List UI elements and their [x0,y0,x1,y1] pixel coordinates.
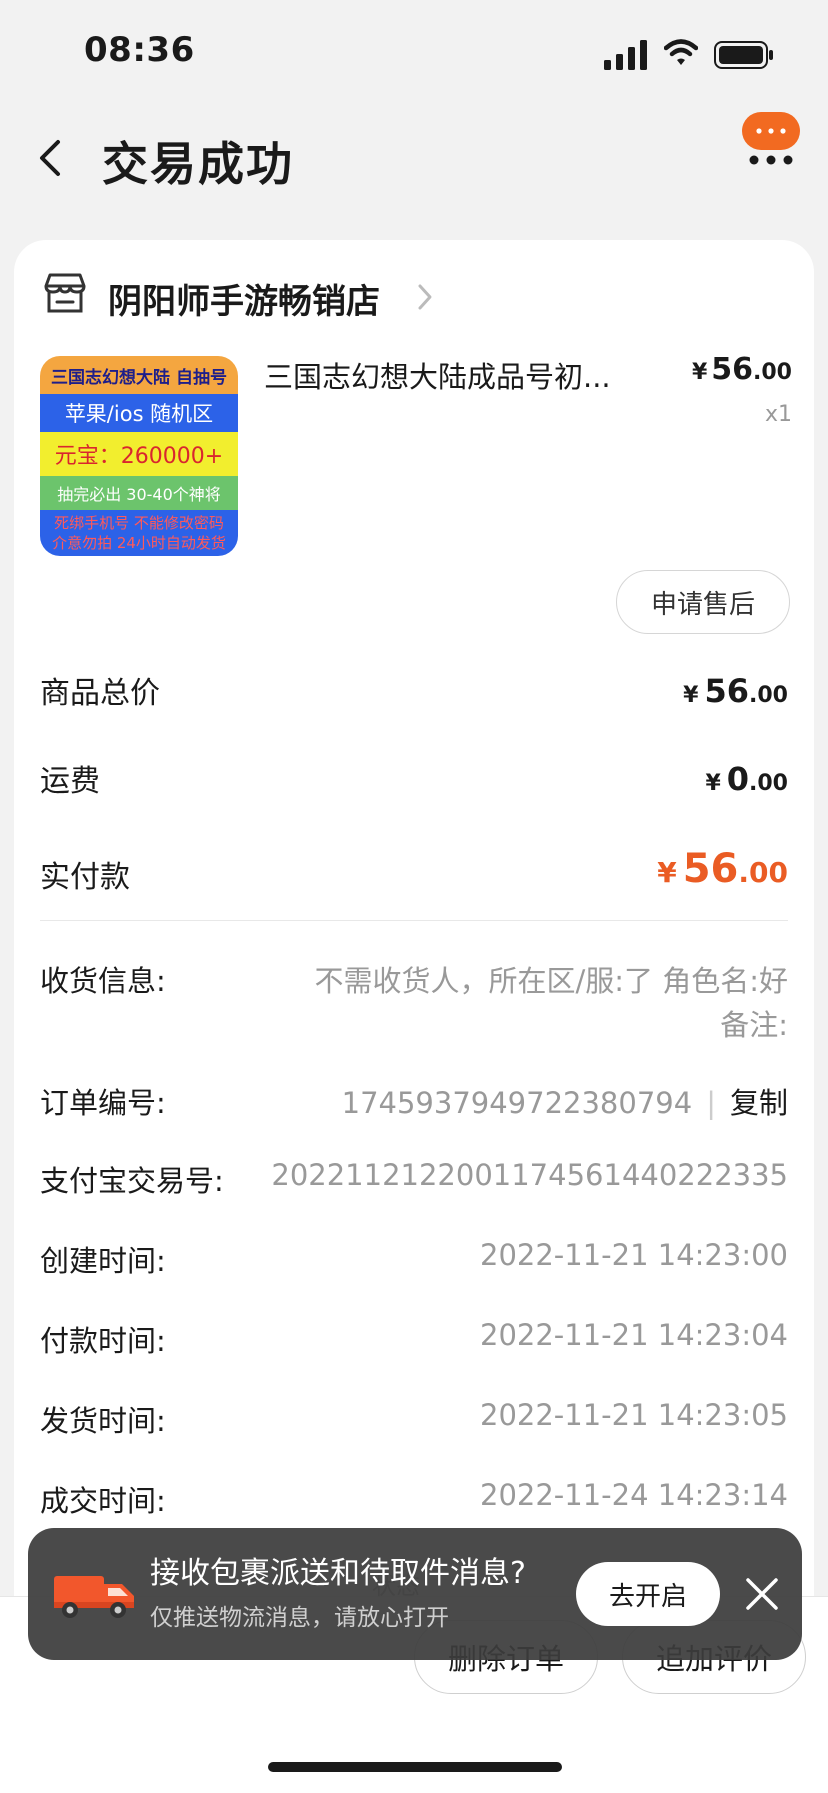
shipped-time-value: 2022-11-21 14:23:05 [480,1398,788,1432]
order-number-value: 1745937949722380794 [341,1086,693,1120]
created-time-value: 2022-11-21 14:23:00 [480,1238,788,1272]
receipt-info-label: 收货信息: [40,964,166,998]
toast-title: 接收包裹派送和待取件消息? [150,1556,526,1591]
product-image-line: 介意勿拍 24小时自动发货 [52,534,226,552]
product-quantity: x1 [764,402,792,427]
paid-label: 实付款 [40,860,130,895]
currency-symbol: ¥ [683,683,699,708]
close-icon[interactable] [744,1576,780,1612]
battery-icon [714,41,773,69]
payment-time-value: 2022-11-21 14:23:04 [480,1318,788,1352]
home-indicator[interactable] [268,1762,562,1772]
product-image-footer: 死绑手机号 不能修改密码 介意勿拍 24小时自动发货 [40,510,238,556]
amount-integer: 0 [726,760,750,798]
enable-notifications-button[interactable]: 去开启 [576,1562,720,1626]
product-image-line: 抽完必出 30-40个神将 [40,476,238,510]
copy-button[interactable]: 复制 [730,1086,788,1120]
status-time: 08:36 [84,30,195,70]
product-image[interactable]: 三国志幻想大陆 自抽号 苹果/ios 随机区 元宝：260000+ 抽完必出 3… [40,356,238,556]
wifi-icon [664,39,698,65]
product-image-line: 三国志幻想大陆 自抽号 [40,356,238,394]
after-sales-button[interactable]: 申请售后 [616,570,790,634]
amount-integer: 56 [682,846,739,892]
shipped-time-label: 发货时间: [40,1404,166,1438]
amount-decimal: .00 [749,683,788,708]
currency-symbol: ¥ [691,360,708,385]
chevron-right-icon[interactable] [416,282,434,312]
shipping-value: ¥0.00 [705,760,788,798]
divider [40,920,788,921]
signal-icon [604,40,647,70]
product-image-line: 苹果/ios 随机区 [40,394,238,432]
created-time-label: 创建时间: [40,1244,166,1278]
paid-value: ¥56.00 [657,846,788,892]
amount-decimal: .00 [738,856,788,889]
currency-symbol: ¥ [705,771,721,796]
deal-time-value: 2022-11-24 14:23:14 [480,1478,788,1512]
amount-integer: 56 [704,672,750,710]
back-icon[interactable] [36,138,64,178]
toast-subtitle: 仅推送物流消息，请放心打开 [150,1605,449,1631]
order-number-label: 订单编号: [40,1086,166,1120]
payment-time-label: 付款时间: [40,1324,166,1358]
delivery-truck-icon [54,1576,134,1618]
goods-total-label: 商品总价 [40,676,160,711]
product-image-line: 元宝：260000+ [40,432,238,476]
alipay-trade-label: 支付宝交易号: [40,1164,224,1198]
product-price: ¥56.00 [692,352,792,387]
receipt-info-value: 不需收货人，所在区/服:了 角色名:好 [314,964,788,998]
separator: | [706,1086,716,1120]
alipay-trade-value: 2022112122001174561440222335 [271,1158,788,1192]
price-decimal: .00 [753,360,792,385]
shipping-label: 运费 [40,764,100,799]
goods-total-value: ¥56.00 [683,672,788,710]
currency-symbol: ¥ [657,856,677,889]
store-icon [44,273,86,313]
amount-decimal: .00 [749,771,788,796]
product-title[interactable]: 三国志幻想大陆成品号初... [264,354,656,396]
page-title: 交易成功 [102,137,294,191]
store-name[interactable]: 阴阳师手游畅销店 [108,274,380,323]
price-integer: 56 [711,352,754,387]
chat-icon[interactable] [740,110,802,168]
deal-time-label: 成交时间: [40,1484,166,1518]
receipt-remark: 备注: [720,1008,788,1042]
order-number-row: 1745937949722380794 | 复制 [342,1080,788,1122]
product-image-line: 死绑手机号 不能修改密码 [54,514,224,532]
